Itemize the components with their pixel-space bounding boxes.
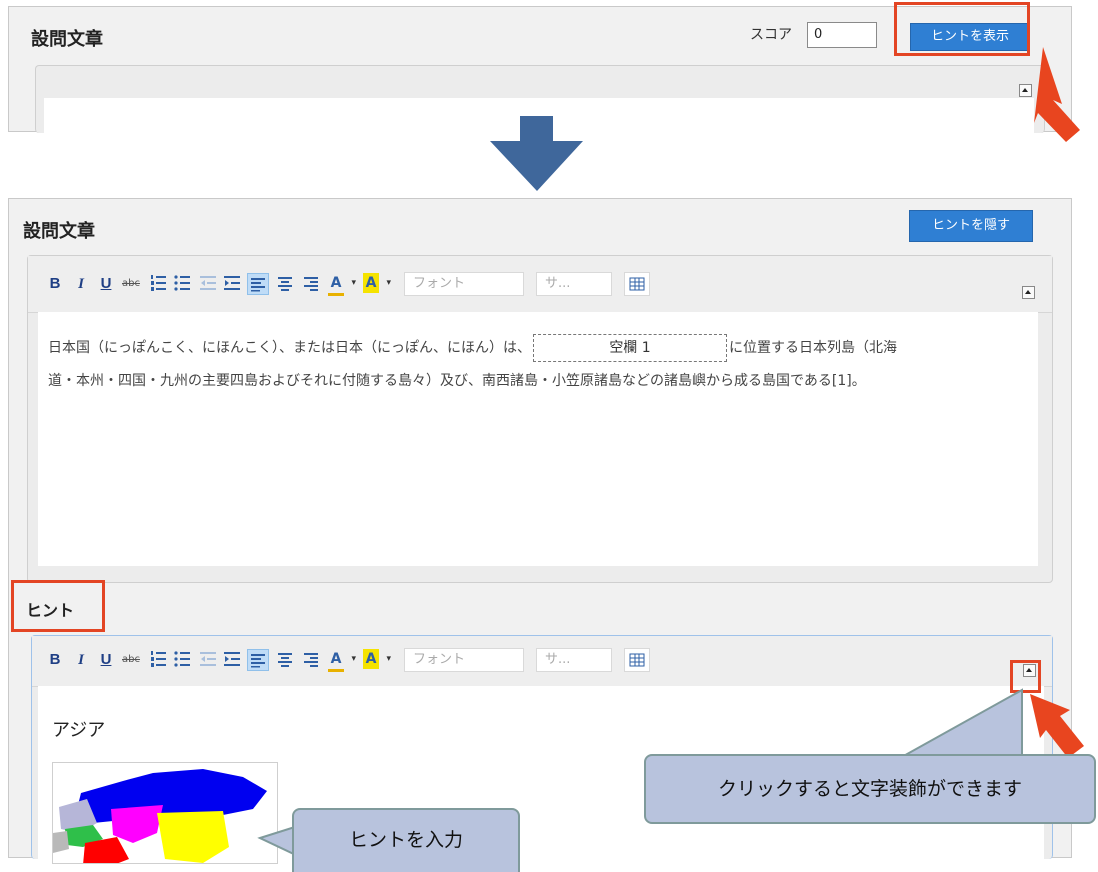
input-hint-callout: ヒントを入力 [292,808,520,872]
input-hint-callout-tail [257,824,299,858]
